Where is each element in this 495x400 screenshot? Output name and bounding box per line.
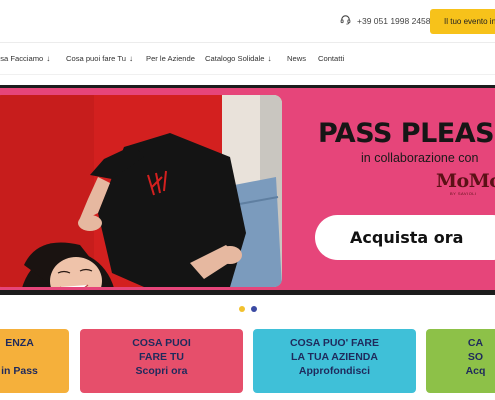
hero-banner[interactable]: PASS PLEASE in collaborazione con MoMo B… [0, 85, 495, 295]
card-cosa-puo-fare-azienda[interactable]: COSA PUO' FARE LA TUA AZIENDA Approfondi… [253, 329, 416, 393]
hero-title: PASS PLEASE [318, 118, 495, 149]
phone-link[interactable]: +39 051 1998 2458 [340, 14, 431, 27]
buy-now-button[interactable]: Acquista ora [315, 215, 495, 260]
card-line: ENZA [5, 337, 34, 349]
hero-border-bottom [0, 290, 495, 295]
nav-item-label: Cosa puoi fare Tu [66, 54, 126, 63]
hero-border-top [0, 85, 495, 88]
top-bar: +39 051 1998 2458 Il tuo evento in [0, 0, 495, 43]
person-illustration [22, 133, 282, 287]
card-link: Acq [465, 365, 486, 377]
card-line: COSA PUO' FARE [289, 337, 380, 349]
nav-item-contatti[interactable]: Contatti [318, 54, 344, 63]
nav-item-label: osa Facciamo [0, 54, 44, 63]
nav-item-catalogo-solidale[interactable]: Catalogo Solidale ↓ [205, 54, 272, 63]
nav-item-label: Catalogo Solidale [205, 54, 265, 63]
slider-dot-2[interactable] [251, 306, 257, 312]
card-experience[interactable]: ENZA in Pass [0, 329, 69, 393]
card-line: SO [467, 351, 484, 363]
card-line: FARE TU [139, 351, 184, 363]
main-nav: osa Facciamo ↓ Cosa puoi fare Tu ↓ Per l… [0, 43, 495, 75]
nav-item-label: Contatti [318, 54, 345, 63]
nav-item-label: Per le Aziende [146, 54, 195, 63]
arrow-down-icon: ↓ [267, 53, 272, 63]
nav-item-news[interactable]: News [287, 54, 306, 63]
card-line [0, 350, 69, 364]
nav-item-cosa-puoi-fare-tu[interactable]: Cosa puoi fare Tu ↓ [66, 54, 133, 63]
nav-item-label: News [287, 54, 306, 63]
arrow-down-icon: ↓ [128, 53, 133, 63]
card-catalogo[interactable]: CA SO Acq [426, 329, 495, 393]
card-line: CA [467, 337, 484, 349]
event-cta-button[interactable]: Il tuo evento in [430, 9, 495, 34]
card-line: LA TUA AZIENDA [291, 351, 378, 363]
hero-subtitle: in collaborazione con [361, 151, 479, 165]
hero-photo [0, 95, 282, 287]
page: +39 051 1998 2458 Il tuo evento in osa F… [0, 0, 495, 400]
slider-dot-1[interactable] [239, 306, 245, 312]
nav-item-cosa-facciamo[interactable]: osa Facciamo ↓ [0, 54, 50, 63]
card-link: in Pass [1, 365, 38, 377]
card-cosa-puoi-fare-tu[interactable]: COSA PUOI FARE TU Scopri ora [80, 329, 243, 393]
headset-icon [340, 14, 351, 27]
card-link: Scopri ora [135, 365, 188, 377]
card-line: COSA PUOI [132, 337, 191, 349]
phone-number: +39 051 1998 2458 [357, 15, 431, 26]
arrow-down-icon: ↓ [46, 53, 51, 63]
nav-item-per-le-aziende[interactable]: Per le Aziende [146, 54, 195, 63]
brand-logo-sub: BY SAVIOLI [450, 191, 477, 196]
card-link: Approfondisci [298, 365, 371, 377]
brand-logo: MoMo [436, 170, 495, 192]
